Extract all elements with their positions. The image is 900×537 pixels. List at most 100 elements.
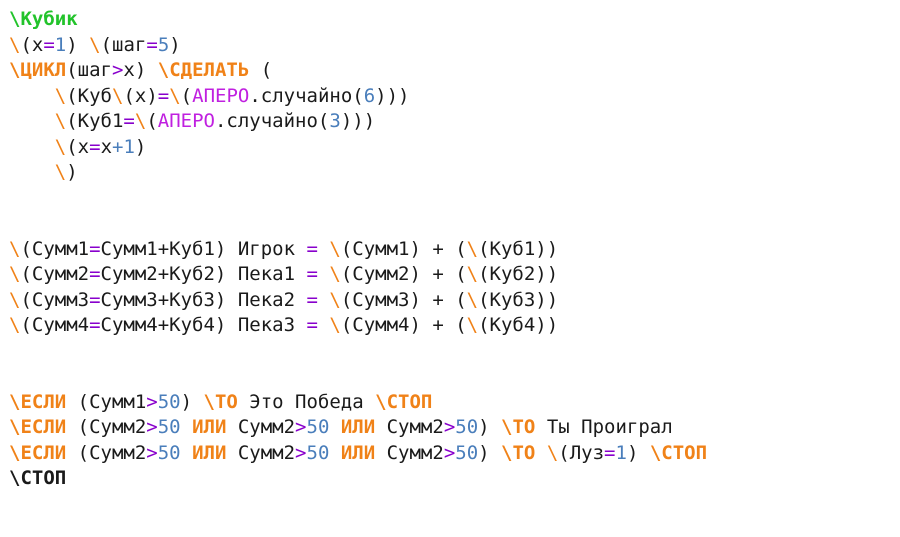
code-line[interactable]: \(Сумм4=Сумм4+Куб4) Пека3 = \(Сумм4) + (… bbox=[9, 313, 900, 339]
code-line[interactable]: \(Куб1=\(АПЕРО.случайно(3))) bbox=[9, 109, 900, 135]
code-token-plain: ) bbox=[134, 135, 147, 158]
code-token-op: > bbox=[146, 416, 158, 438]
code-token-plain: (Сумм2 bbox=[66, 441, 147, 464]
code-token-plain: (Куб1)) bbox=[478, 237, 559, 260]
code-token-plain: ) bbox=[478, 416, 502, 438]
code-token-slash: \ bbox=[9, 288, 21, 311]
code-token-op: = bbox=[89, 314, 101, 336]
code-line[interactable]: \(Куб\(x)=\(АПЕРО.случайно(6))) bbox=[9, 84, 900, 110]
code-token-slash: \ bbox=[89, 33, 101, 56]
code-token-kw: \СТОП bbox=[375, 390, 433, 413]
code-token-kw: \СДЕЛАТЬ bbox=[157, 59, 250, 81]
code-token-slash: \ bbox=[54, 84, 67, 107]
code-token-plain: (Луз bbox=[558, 441, 605, 464]
code-token-op: > bbox=[146, 441, 158, 464]
code-token-plain: (Сумм3) + ( bbox=[340, 288, 467, 311]
code-token-kw: \ЕСЛИ bbox=[9, 441, 67, 464]
code-token-kw: \ТО bbox=[501, 441, 536, 464]
code-token-slash: \ bbox=[9, 263, 21, 285]
code-token-slash: \ bbox=[329, 237, 341, 260]
code-line[interactable]: \СТОП bbox=[9, 466, 900, 492]
code-token-plain: Это Победа bbox=[237, 390, 376, 413]
code-token-plain: ) bbox=[66, 33, 90, 56]
code-token-kw: \ТО bbox=[203, 390, 238, 413]
code-token-num: 1 bbox=[54, 33, 67, 56]
code-line-blank[interactable] bbox=[9, 339, 900, 365]
code-token-plain: x) bbox=[123, 59, 158, 81]
code-line[interactable]: \ЦИКЛ(шаг>x) \СДЕЛАТЬ ( bbox=[9, 58, 900, 84]
code-token-op: = bbox=[89, 135, 101, 158]
code-token-lib: АПЕРО bbox=[157, 110, 215, 132]
code-token-plain: (Куб1 bbox=[66, 110, 124, 132]
code-token-kw: ИЛИ bbox=[192, 416, 227, 438]
code-line[interactable]: \(x=x+1) bbox=[9, 135, 900, 161]
code-token-slash: \ bbox=[329, 263, 341, 285]
code-line[interactable]: \(x=1) \(шаг=5) bbox=[9, 33, 900, 59]
code-token-plain: ) bbox=[169, 33, 181, 56]
code-token-num: 50 bbox=[306, 416, 330, 438]
code-token-op: = bbox=[306, 263, 318, 285]
code-token-plain: Сумм2 bbox=[226, 416, 296, 438]
code-line[interactable]: \ЕСЛИ (Сумм2>50 ИЛИ Сумм2>50 ИЛИ Сумм2>5… bbox=[9, 415, 900, 441]
code-line[interactable]: \ЕСЛИ (Сумм1>50) \ТО Это Победа \СТОП bbox=[9, 390, 900, 416]
code-line-blank[interactable] bbox=[9, 186, 900, 212]
code-listing[interactable]: \Кубик \(x=1) \(шаг=5) \ЦИКЛ(шаг>x) \СДЕЛА… bbox=[0, 0, 900, 537]
code-token-plain: (Сумм4 bbox=[20, 314, 90, 336]
code-token-slash: \ bbox=[54, 110, 67, 132]
code-token-plain: ))) bbox=[375, 84, 410, 107]
code-token-op: = bbox=[123, 110, 135, 132]
code-token-num: 50 bbox=[306, 441, 330, 464]
code-token-slash: \ bbox=[546, 441, 559, 464]
code-line[interactable]: \(Сумм1=Сумм1+Куб1) Игрок = \(Сумм1) + (… bbox=[9, 237, 900, 263]
code-line-blank[interactable] bbox=[9, 211, 900, 237]
code-token-plain: Сумм2 bbox=[375, 416, 444, 438]
code-line[interactable]: \ЕСЛИ (Сумм2>50 ИЛИ Сумм2>50 ИЛИ Сумм2>5… bbox=[9, 441, 900, 467]
code-line[interactable]: \(Сумм3=Сумм3+Куб3) Пека2 = \(Сумм3) + (… bbox=[9, 288, 900, 314]
code-token-num: 1 bbox=[615, 441, 627, 464]
code-token-plain: Сумм4+Куб4) Пека3 bbox=[100, 314, 307, 336]
code-token-slash: \ bbox=[466, 263, 479, 285]
code-token-plain: (Сумм1 bbox=[20, 237, 90, 260]
code-token-op: > bbox=[295, 416, 307, 438]
code-line[interactable]: \) bbox=[9, 160, 900, 186]
code-token-slash: \ bbox=[466, 314, 479, 336]
code-token-plain: (Сумм2 bbox=[20, 263, 90, 285]
code-token-plain: ( bbox=[146, 110, 158, 132]
code-token-op: > bbox=[111, 59, 124, 81]
code-token-plain: (шаг bbox=[66, 59, 112, 81]
code-token-slash: \ bbox=[9, 314, 21, 336]
code-token-op: = bbox=[306, 314, 318, 336]
code-token-op: = bbox=[306, 288, 318, 311]
code-line[interactable]: \Кубик bbox=[9, 7, 900, 33]
code-token-plain: ) bbox=[478, 441, 502, 464]
code-token-op: > bbox=[443, 416, 456, 438]
code-token-plain: ( bbox=[180, 84, 193, 107]
code-token-plain: Сумм2 bbox=[226, 441, 296, 464]
code-token-slash: \ bbox=[9, 237, 21, 260]
code-token-op: = bbox=[43, 33, 55, 56]
code-token-slash: \ bbox=[466, 237, 479, 260]
code-token-slash: \ bbox=[111, 84, 124, 107]
code-token-num: 50 bbox=[455, 416, 479, 438]
code-token-slash: \ bbox=[54, 135, 67, 158]
code-token-num: 5 bbox=[157, 33, 170, 56]
code-line-blank[interactable] bbox=[9, 364, 900, 390]
code-token-op: = bbox=[604, 441, 616, 464]
code-token-lib: АПЕРО bbox=[192, 84, 250, 107]
code-token-plain: ( bbox=[249, 59, 273, 81]
code-token-plain: ) bbox=[626, 441, 650, 464]
code-token-plain: (x bbox=[66, 135, 90, 158]
code-token-kw: \ЕСЛИ bbox=[9, 390, 67, 413]
code-token-op: = bbox=[157, 84, 170, 107]
code-line[interactable]: \(Сумм2=Сумм2+Куб2) Пека1 = \(Сумм2) + (… bbox=[9, 262, 900, 288]
code-token-plain: Ты Проиграл bbox=[535, 416, 673, 438]
